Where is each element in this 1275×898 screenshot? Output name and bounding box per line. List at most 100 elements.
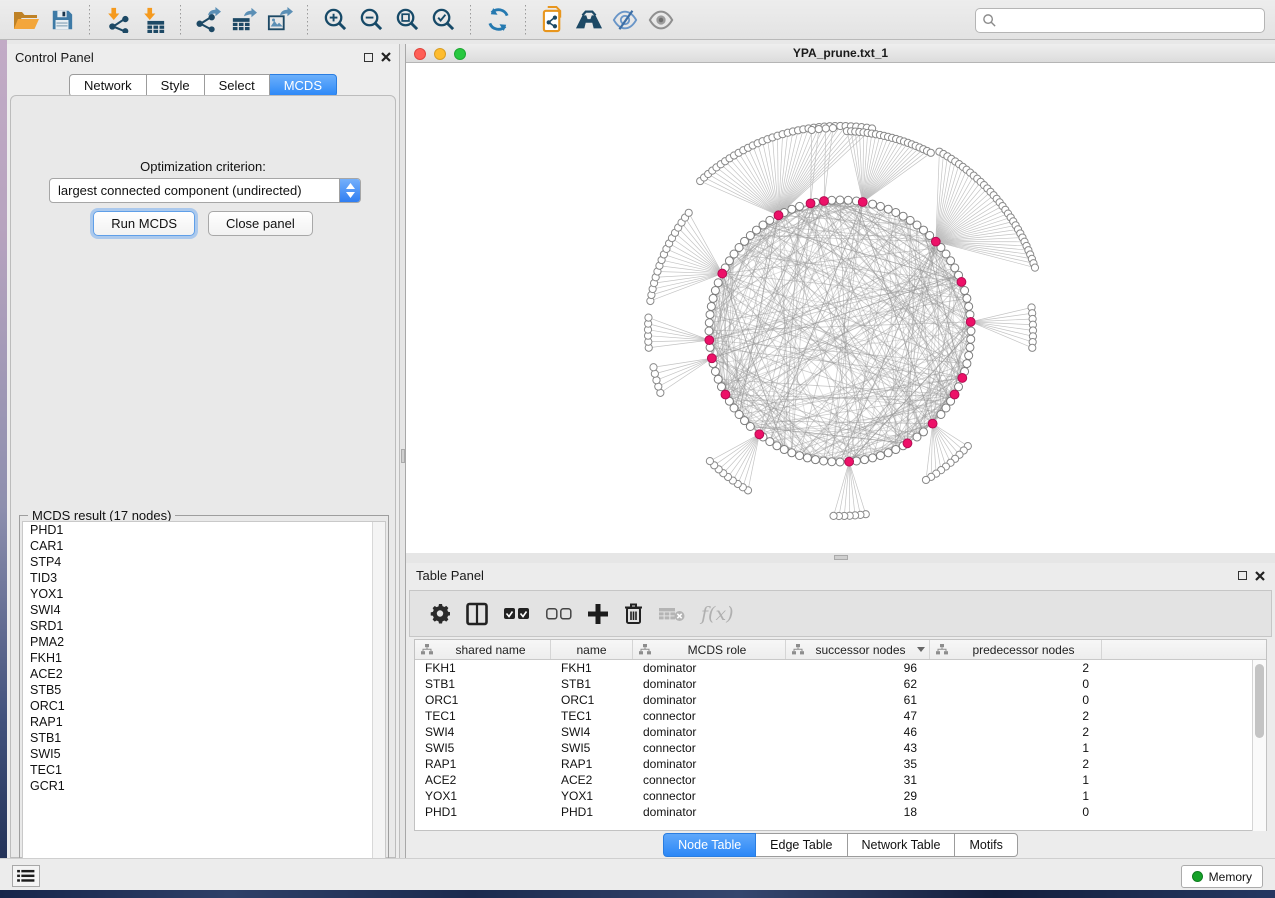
deselect-all-icon[interactable]	[546, 608, 572, 620]
network-node[interactable]	[876, 202, 884, 210]
network-node[interactable]	[788, 205, 796, 213]
network-node[interactable]	[714, 279, 722, 287]
save-session-icon[interactable]	[48, 6, 76, 34]
leaf-node[interactable]	[650, 364, 657, 371]
network-node[interactable]	[963, 294, 971, 302]
mcds-node[interactable]	[721, 390, 730, 399]
mcds-node[interactable]	[966, 317, 975, 326]
export-table-icon[interactable]	[230, 6, 258, 34]
run-mcds-button[interactable]: Run MCDS	[93, 211, 195, 236]
mcds-node[interactable]	[845, 457, 854, 466]
float-panel-icon[interactable]	[1238, 571, 1247, 580]
mcds-result-item[interactable]: RAP1	[23, 714, 385, 730]
tab-motifs[interactable]: Motifs	[955, 833, 1017, 857]
network-node[interactable]	[966, 343, 974, 351]
network-node[interactable]	[705, 327, 713, 335]
leaf-node[interactable]	[815, 126, 822, 133]
network-node[interactable]	[844, 196, 852, 204]
table-settings-gear-icon[interactable]	[430, 604, 450, 624]
mcds-node[interactable]	[903, 439, 912, 448]
tab-edge-table[interactable]: Edge Table	[756, 833, 847, 857]
divider-handle[interactable]	[834, 555, 848, 560]
criterion-dropdown[interactable]: largest connected component (undirected)	[49, 178, 361, 203]
table-row[interactable]: ORC1ORC1dominator610	[415, 692, 1266, 708]
table-row[interactable]: YOX1YOX1connector291	[415, 788, 1266, 804]
close-window-icon[interactable]	[414, 48, 426, 60]
export-image-icon[interactable]	[266, 6, 294, 34]
show-columns-icon[interactable]	[466, 602, 488, 626]
delete-column-icon[interactable]	[624, 603, 643, 625]
leaf-node[interactable]	[829, 125, 836, 132]
network-node[interactable]	[773, 442, 781, 450]
table-row[interactable]: RAP1RAP1dominator352	[415, 756, 1266, 772]
network-node[interactable]	[836, 458, 844, 466]
table-scrollbar[interactable]	[1252, 660, 1266, 831]
mcds-node[interactable]	[707, 354, 716, 363]
table-row[interactable]: FKH1FKH1dominator962	[415, 660, 1266, 676]
network-node[interactable]	[884, 449, 892, 457]
refresh-layout-icon[interactable]	[484, 6, 512, 34]
network-node[interactable]	[828, 458, 836, 466]
leaf-node[interactable]	[1029, 344, 1036, 351]
network-node[interactable]	[961, 287, 969, 295]
float-panel-icon[interactable]	[364, 53, 373, 62]
node-table[interactable]: shared namenameMCDS rolesuccessor nodesp…	[414, 639, 1267, 831]
mcds-result-item[interactable]: YOX1	[23, 586, 385, 602]
network-node[interactable]	[876, 452, 884, 460]
network-window-titlebar[interactable]: YPA_prune.txt_1	[406, 44, 1275, 63]
add-column-icon[interactable]	[588, 604, 608, 624]
column-header-shared-name[interactable]: shared name	[415, 640, 551, 659]
network-node[interactable]	[714, 375, 722, 383]
mcds-result-item[interactable]: ORC1	[23, 698, 385, 714]
mcds-list-scrollbar[interactable]	[372, 522, 385, 880]
mcds-node[interactable]	[928, 419, 937, 428]
mcds-node[interactable]	[957, 278, 966, 287]
close-panel-icon[interactable]	[381, 52, 391, 62]
tab-node-table[interactable]: Node Table	[663, 833, 756, 857]
mcds-result-item[interactable]: FKH1	[23, 650, 385, 666]
mcds-result-item[interactable]: GCR1	[23, 778, 385, 794]
maximize-window-icon[interactable]	[454, 48, 466, 60]
network-node[interactable]	[811, 456, 819, 464]
network-node[interactable]	[967, 327, 975, 335]
network-node[interactable]	[955, 383, 963, 391]
show-panel-icon[interactable]	[647, 6, 675, 34]
mcds-node[interactable]	[950, 390, 959, 399]
tab-select[interactable]: Select	[205, 74, 270, 97]
select-all-icon[interactable]	[504, 608, 530, 620]
network-node[interactable]	[951, 264, 959, 272]
network-node[interactable]	[828, 196, 836, 204]
network-node[interactable]	[711, 287, 719, 295]
mcds-result-item[interactable]: PHD1	[23, 522, 385, 538]
open-session-icon[interactable]	[12, 6, 40, 34]
tab-network-table[interactable]: Network Table	[848, 833, 956, 857]
table-row[interactable]: STB1STB1dominator620	[415, 676, 1266, 692]
network-node[interactable]	[869, 454, 877, 462]
network-node[interactable]	[766, 216, 774, 224]
mcds-node[interactable]	[718, 269, 727, 278]
close-panel-button[interactable]: Close panel	[208, 211, 313, 236]
mcds-node[interactable]	[931, 237, 940, 246]
mcds-node[interactable]	[705, 336, 714, 345]
search-input[interactable]	[997, 14, 1258, 28]
mcds-result-item[interactable]: TID3	[23, 570, 385, 586]
network-canvas[interactable]	[406, 63, 1275, 553]
zoom-in-icon[interactable]	[321, 6, 349, 34]
task-history-button[interactable]	[12, 865, 40, 887]
leaf-node[interactable]	[830, 512, 837, 519]
network-node[interactable]	[711, 367, 719, 375]
mcds-result-item[interactable]: STB1	[23, 730, 385, 746]
mcds-result-item[interactable]: SWI5	[23, 746, 385, 762]
zoom-out-icon[interactable]	[357, 6, 385, 34]
column-header-name[interactable]: name	[551, 640, 633, 659]
network-node[interactable]	[913, 433, 921, 441]
network-node[interactable]	[861, 456, 869, 464]
network-node[interactable]	[937, 411, 945, 419]
mcds-result-item[interactable]: STP4	[23, 554, 385, 570]
network-node[interactable]	[820, 457, 828, 465]
mcds-result-item[interactable]: STB5	[23, 682, 385, 698]
network-node[interactable]	[967, 335, 975, 343]
export-network-icon[interactable]	[194, 6, 222, 34]
network-node[interactable]	[963, 360, 971, 368]
hide-panel-icon[interactable]	[611, 6, 639, 34]
